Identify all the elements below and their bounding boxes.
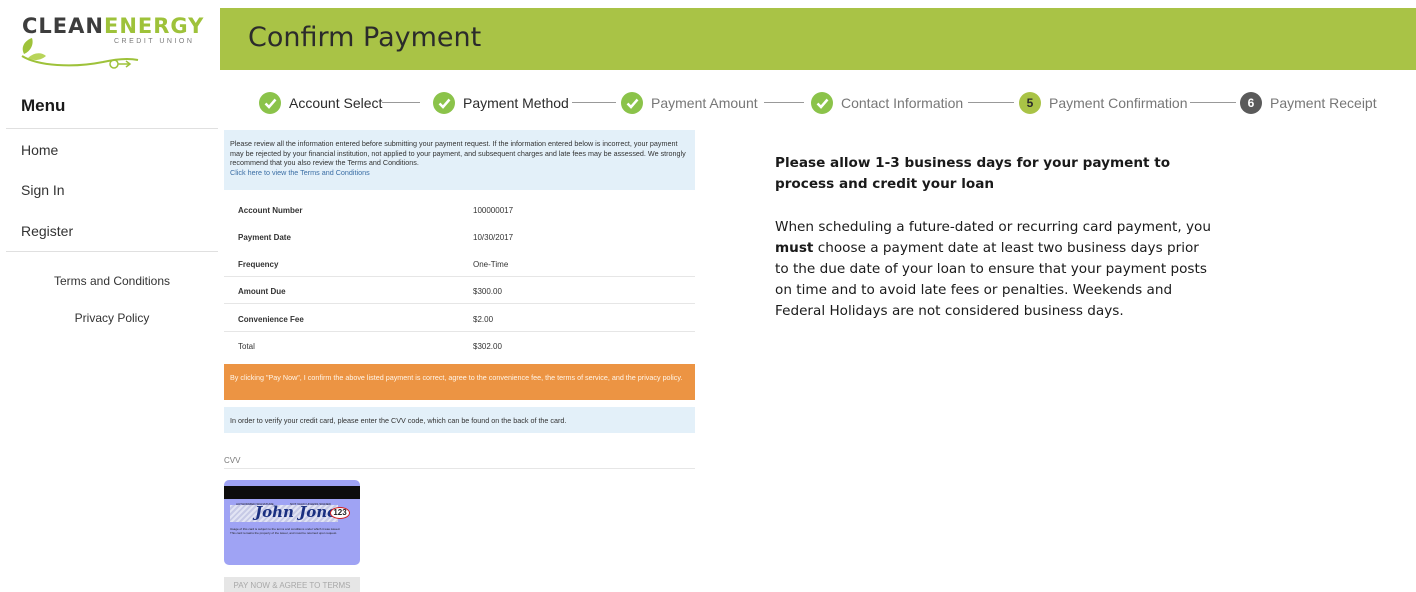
summary-row: Convenience Fee $2.00 [224, 305, 695, 332]
view-terms-link[interactable]: Click here to view the Terms and Conditi… [230, 168, 370, 177]
sidebar-item-register[interactable]: Register [21, 223, 73, 239]
scheduling-text-bold: must [775, 240, 814, 256]
step-payment-confirmation: 5 Payment Confirmation [1019, 90, 1188, 116]
step-connector [572, 102, 616, 103]
pay-now-button[interactable]: PAY NOW & AGREE TO TERMS [224, 577, 360, 592]
summary-row: Payment Date 10/30/2017 [224, 223, 695, 250]
logo[interactable]: CLEANENERGY CREDIT UNION [0, 0, 220, 76]
check-icon [259, 92, 281, 114]
step-payment-method[interactable]: Payment Method [433, 90, 569, 116]
scheduling-text-2: choose a payment date at least two busin… [775, 240, 1207, 319]
step-connector [764, 102, 804, 103]
summary-row: Frequency One-Time [224, 250, 695, 277]
page-title: Confirm Payment [248, 22, 482, 53]
row-value: $300.00 [473, 287, 502, 296]
row-value: $302.00 [473, 342, 502, 351]
step-label: Payment Confirmation [1049, 95, 1188, 111]
step-label: Contact Information [841, 95, 964, 111]
card-fine-print: This card remains the property of the is… [230, 531, 338, 535]
row-label: Frequency [238, 260, 279, 269]
summary-row: Account Number 100000017 [224, 196, 695, 223]
step-contact-information[interactable]: Contact Information [811, 90, 963, 116]
row-label: Amount Due [238, 287, 286, 296]
leaf-vine-icon [21, 38, 139, 69]
step-connector [1190, 102, 1236, 103]
check-icon [621, 92, 643, 114]
step-label: Account Select [289, 95, 383, 111]
sidebar-item-sign-in[interactable]: Sign In [21, 182, 65, 198]
step-label: Payment Method [463, 95, 569, 111]
row-label: Total [238, 342, 255, 351]
divider [224, 468, 695, 469]
card-back-illustration: AUTHORIZED SIGNATURE NOT VALID UNLESS SI… [224, 480, 360, 565]
step-payment-receipt: 6 Payment Receipt [1240, 90, 1377, 116]
sidebar-item-home[interactable]: Home [21, 142, 58, 158]
row-value: 10/30/2017 [473, 233, 514, 242]
step-payment-amount[interactable]: Payment Amount [621, 90, 758, 116]
progress-stepper: Account Select Payment Method Payment Am… [258, 90, 1388, 116]
cvv-example: 123 [330, 507, 350, 519]
scheduling-info: When scheduling a future-dated or recurr… [775, 217, 1215, 322]
step-number-badge: 5 [1019, 92, 1041, 114]
step-account-select[interactable]: Account Select [259, 90, 382, 116]
processing-heading: Please allow 1-3 business days for your … [775, 155, 1171, 192]
check-icon [433, 92, 455, 114]
menu-title: Menu [21, 96, 66, 115]
magnetic-stripe [224, 486, 360, 499]
sidebar-menu: Home Sign In Register [6, 128, 218, 252]
step-label: Payment Amount [651, 95, 758, 111]
row-value: $2.00 [473, 315, 494, 324]
terms-link[interactable]: Terms and Conditions [6, 274, 218, 288]
step-connector [968, 102, 1014, 103]
review-notice: Please review all the information entere… [224, 130, 695, 190]
step-number-badge: 6 [1240, 92, 1262, 114]
step-label: Payment Receipt [1270, 95, 1377, 111]
row-label: Convenience Fee [238, 315, 304, 324]
row-label: Account Number [238, 206, 303, 215]
page-header: Confirm Payment [220, 8, 1416, 70]
check-icon [811, 92, 833, 114]
step-connector [382, 102, 420, 103]
summary-row: Amount Due $300.00 [224, 277, 695, 304]
scheduling-text-1: When scheduling a future-dated or recurr… [775, 219, 1211, 235]
summary-row-total: Total $302.00 [224, 332, 695, 359]
cvv-label: CVV [224, 456, 241, 465]
privacy-link[interactable]: Privacy Policy [6, 311, 218, 325]
row-value: One-Time [473, 260, 509, 269]
row-label: Payment Date [238, 233, 291, 242]
agreement-notice: By clicking "Pay Now", I confirm the abo… [224, 364, 695, 400]
review-notice-text: Please review all the information entere… [230, 139, 686, 168]
row-value: 100000017 [473, 206, 514, 215]
cvv-instructions: In order to verify your credit card, ple… [224, 407, 695, 433]
